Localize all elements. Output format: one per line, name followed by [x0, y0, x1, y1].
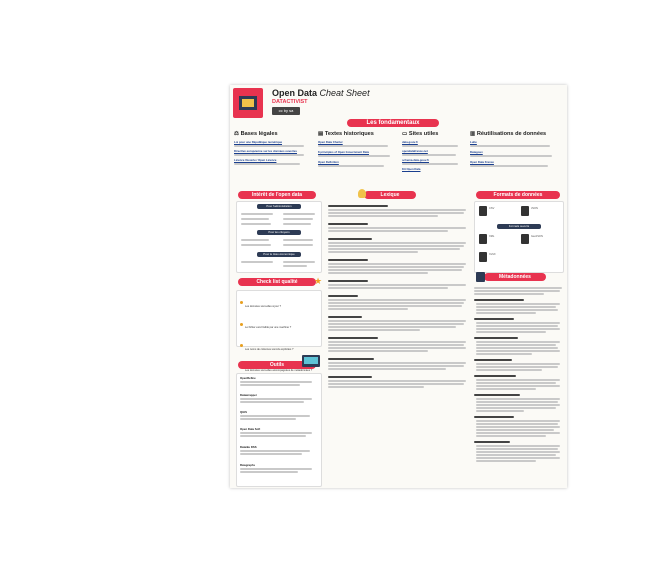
header-logo	[233, 88, 263, 118]
column-bases: ⚖ Bases légales Loi pour une République …	[234, 131, 312, 187]
monitor-icon: ▭	[402, 131, 408, 137]
formats-badge: Formats ouverts	[497, 224, 541, 229]
interet-sub-admin: Pour l'administration	[257, 204, 301, 209]
format-item: XML	[489, 235, 495, 238]
bases-link[interactable]: Loi pour une République numérique	[234, 140, 312, 144]
reutil-link[interactable]: Datagouv	[470, 150, 562, 154]
brand-logo: DATACTIVIST	[272, 99, 308, 105]
reutil-link[interactable]: Open Data France	[470, 160, 562, 164]
section-metadonnees: Métadonnées	[484, 273, 546, 281]
section-lexique: Lexique	[364, 191, 416, 199]
formats-box: CSV JSON Formats ouverts XML GeoJSON XLS…	[474, 201, 564, 273]
outil-item: OpenRefine	[240, 376, 318, 386]
file-icon	[521, 234, 529, 244]
format-item: JSON	[531, 207, 538, 210]
outils-box: OpenRefine Datawrapper QGIS Open Data So…	[236, 373, 322, 487]
interet-sub-eco: Pour le tissu économique	[257, 252, 301, 257]
section-interet: Intérêt de l'open data	[238, 191, 316, 199]
bases-title: ⚖ Bases légales	[234, 131, 278, 137]
file-icon	[521, 206, 529, 216]
column-textes: ▤ Textes historiques Open Data Charter 8…	[318, 131, 400, 187]
reutil-link[interactable]: Lutte	[470, 140, 562, 144]
reutil-title: ▥ Réutilisations de données	[470, 131, 547, 137]
format-item: CSV	[489, 207, 495, 210]
format-item: GeoJSON	[531, 235, 543, 238]
chart-icon: ▥	[470, 131, 476, 137]
star-icon: ★	[314, 276, 323, 286]
outil-item: QGIS	[240, 410, 318, 420]
textes-link[interactable]: Open Data Charter	[318, 140, 398, 144]
interet-box: Pour l'administration Pour les citoyens …	[236, 201, 322, 273]
bases-link[interactable]: Directive européenne sur les données ouv…	[234, 149, 312, 153]
list-icon	[476, 272, 485, 282]
checklist-box: Les données sont-elles à jour ? Le fichi…	[236, 290, 322, 436]
section-fondamentaux: Les fondamentaux	[347, 119, 439, 127]
sites-link[interactable]: schema.data.gouv.fr	[402, 158, 466, 162]
checklist-item: Les données sont-elles à jour ?	[240, 294, 320, 312]
balance-icon: ⚖	[234, 131, 240, 137]
textes-link[interactable]: 8 principles of Open Government Data	[318, 150, 398, 154]
lexique-body	[328, 203, 470, 485]
column-reutil: ▥ Réutilisations de données Lutte Datago…	[470, 131, 564, 187]
laptop-icon	[302, 355, 320, 367]
checklist-item: Le fichier est-il lisible par une machin…	[240, 315, 320, 333]
interet-sub-citoyens: Pour les citoyens	[257, 230, 301, 235]
page-title: Open Data Cheat Sheet	[272, 88, 370, 98]
textes-link[interactable]: Open Definition	[318, 160, 398, 164]
section-formats: Formats de données	[476, 191, 560, 199]
sites-link[interactable]: opendatafrance.net	[402, 149, 466, 153]
outil-item: Open Data Soft	[240, 427, 318, 437]
column-sites: ▭ Sites utiles data.gouv.fr opendatafran…	[402, 131, 468, 187]
bases-link[interactable]: Licence Ouverte / Open Licence	[234, 158, 312, 162]
file-icon	[479, 206, 487, 216]
cheat-sheet: Open Data Cheat Sheet DATACTIVIST cc by …	[230, 85, 567, 488]
book-icon: ▤	[318, 131, 324, 137]
lightbulb-icon	[358, 189, 366, 198]
checklist-item: Les noms de colonnes sont-ils explicites…	[240, 337, 320, 355]
file-icon	[479, 252, 487, 262]
outil-item: Rawgraphs	[240, 463, 318, 473]
sites-link[interactable]: Kit Open Data	[402, 167, 466, 171]
outil-item: Datawrapper	[240, 393, 318, 403]
file-icon	[479, 234, 487, 244]
section-checklist: Check list qualité	[238, 278, 316, 286]
sites-link[interactable]: data.gouv.fr	[402, 140, 466, 144]
license-badge: cc by sa	[272, 107, 300, 115]
textes-title: ▤ Textes historiques	[318, 131, 374, 137]
sites-title: ▭ Sites utiles	[402, 131, 439, 137]
metadonnees-body	[474, 285, 564, 485]
outil-item: Dataiku DSS	[240, 445, 318, 455]
format-item: XLSX	[489, 253, 496, 256]
